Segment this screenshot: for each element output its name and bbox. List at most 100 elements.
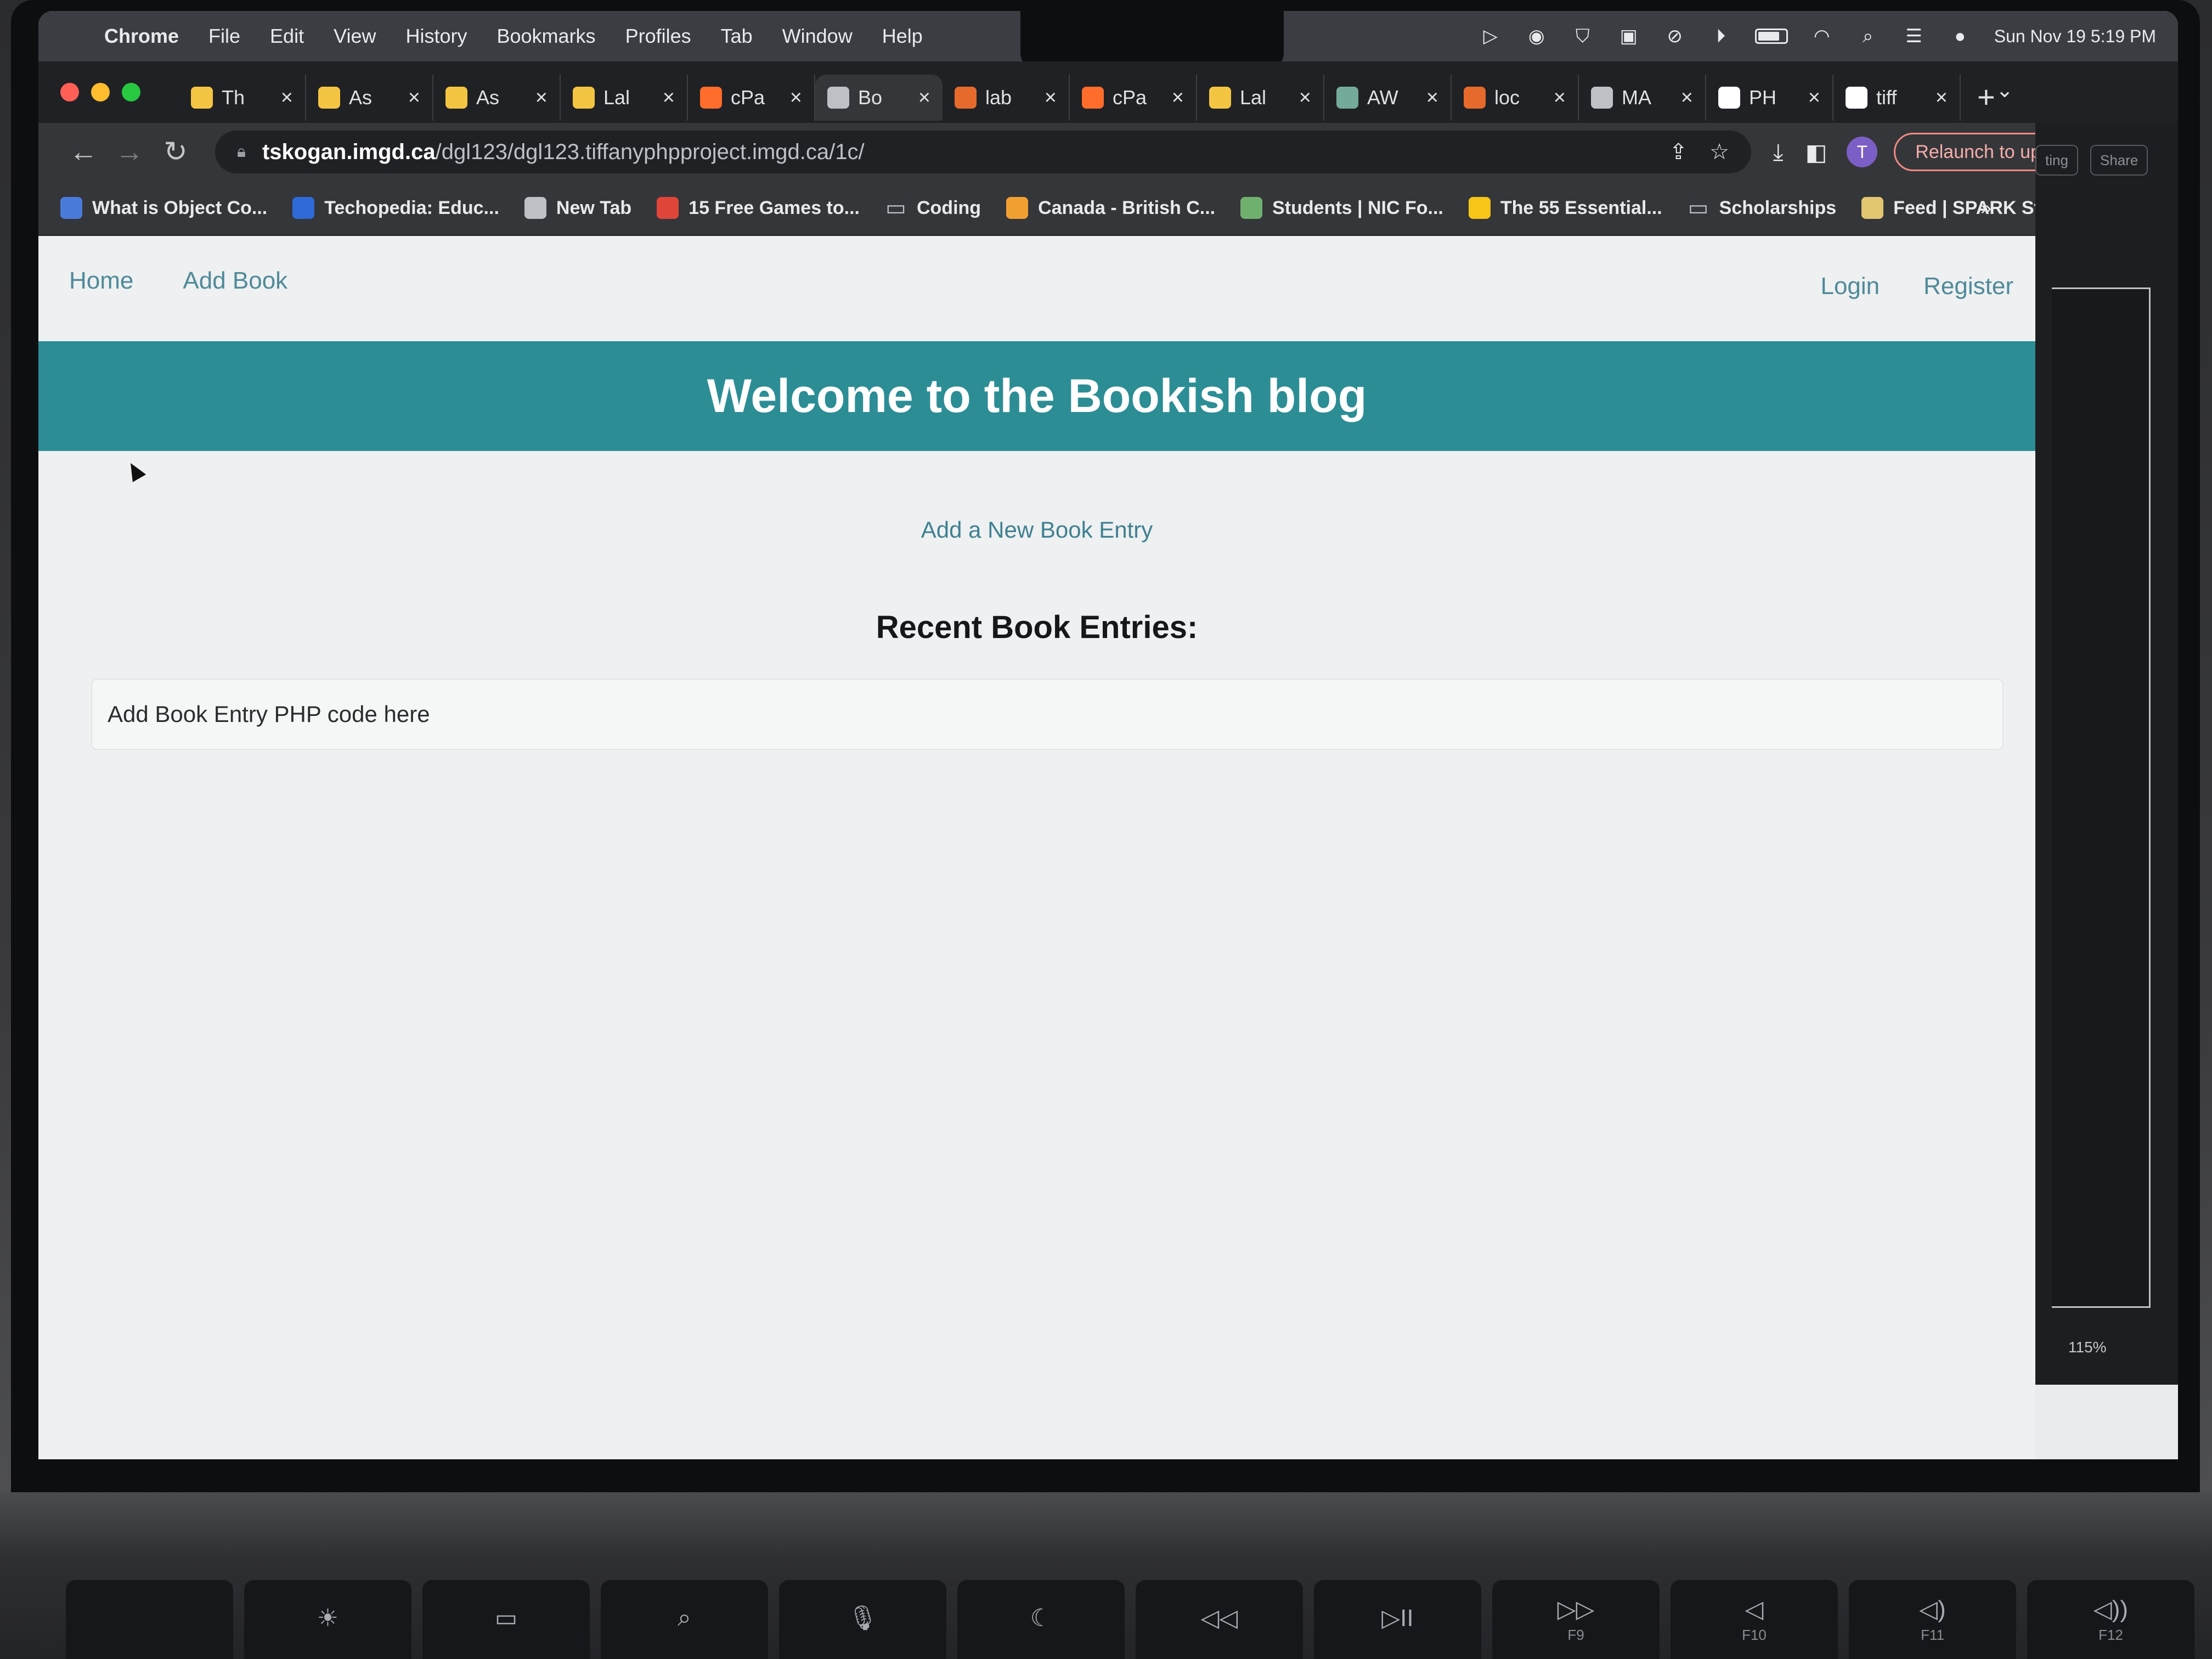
key-label: F10 <box>1742 1627 1767 1643</box>
close-tab-icon[interactable]: × <box>281 86 293 110</box>
function-key[interactable]: ◁)) F12 <box>2027 1580 2194 1659</box>
close-tab-icon[interactable]: × <box>1554 86 1566 110</box>
function-key[interactable]: ☀ <box>244 1580 411 1659</box>
menu-view[interactable]: View <box>334 25 376 48</box>
zoom-level: 115% <box>2068 1339 2107 1356</box>
browser-tab[interactable]: Lal × <box>1197 75 1324 121</box>
shield-icon[interactable]: ⛉ <box>1571 24 1595 48</box>
bookmark-item[interactable]: What is Object Co... <box>60 197 267 219</box>
control-center-icon[interactable]: ☰ <box>1902 24 1926 48</box>
menu-help[interactable]: Help <box>882 25 923 48</box>
function-key[interactable]: ▷II <box>1314 1580 1481 1659</box>
browser-tab[interactable]: PH × <box>1706 75 1833 121</box>
chart-icon <box>318 87 340 109</box>
forward-arrow-icon[interactable]: → <box>106 136 153 168</box>
function-key[interactable]: 🎙 <box>779 1580 946 1659</box>
function-key[interactable]: ◁ F10 <box>1671 1580 1838 1659</box>
close-tab-icon[interactable]: × <box>1936 86 1948 110</box>
bookmark-item[interactable]: ▭ Coding <box>885 196 981 220</box>
close-tab-icon[interactable]: × <box>1681 86 1693 110</box>
browser-tab[interactable]: As × <box>433 75 561 121</box>
nav-login-link[interactable]: Login <box>1820 273 1880 300</box>
nav-register-link[interactable]: Register <box>1923 273 2013 300</box>
wifi-icon[interactable]: ◠ <box>1810 24 1834 48</box>
menu-history[interactable]: History <box>405 25 467 48</box>
close-tab-icon[interactable]: × <box>918 86 930 110</box>
nav-add-book-link[interactable]: Add Book <box>183 267 287 295</box>
browser-tab[interactable]: Lal × <box>561 75 688 121</box>
browser-tab[interactable]: loc × <box>1452 75 1579 121</box>
minimize-window-button[interactable] <box>91 83 110 101</box>
browser-tab[interactable]: cPa × <box>1070 75 1197 121</box>
menu-bookmarks[interactable]: Bookmarks <box>497 25 596 48</box>
siri-icon[interactable]: ● <box>1948 24 1972 48</box>
browser-tab[interactable]: cPa × <box>688 75 815 121</box>
bookmark-label: What is Object Co... <box>92 197 268 218</box>
more-bookmarks-chevron-icon[interactable]: » <box>1980 196 1991 219</box>
bookmark-item[interactable]: Techopedia: Educ... <box>292 197 499 219</box>
menu-window[interactable]: Window <box>782 25 853 48</box>
battery-icon[interactable] <box>1754 29 1788 44</box>
side-panel-icon[interactable]: ◧ <box>1805 139 1827 166</box>
bookmark-item[interactable]: ▭ Scholarships <box>1688 196 1836 220</box>
profile-avatar[interactable]: T <box>1847 137 1878 167</box>
close-tab-icon[interactable]: × <box>1808 86 1820 110</box>
spotlight-search-icon[interactable]: ⌕ <box>1856 24 1880 48</box>
browser-tab[interactable]: AW × <box>1324 75 1452 121</box>
bookmark-item[interactable]: New Tab <box>524 197 631 219</box>
key-glyph-icon: ◁)) <box>2093 1596 2129 1623</box>
menu-tab[interactable]: Tab <box>721 25 753 48</box>
tab-search-chevron-icon[interactable]: ⌄ <box>1996 78 2013 103</box>
menu-edit[interactable]: Edit <box>270 25 304 48</box>
download-icon[interactable]: ⤓ <box>1773 139 1784 166</box>
close-window-button[interactable] <box>60 83 79 101</box>
media-play-icon[interactable]: ⏵ <box>1709 24 1733 48</box>
browser-tab[interactable]: Bo × <box>815 75 943 121</box>
browser-tab[interactable]: lab × <box>943 75 1070 121</box>
browser-tab[interactable]: tiff × <box>1833 75 1961 121</box>
add-new-book-entry-link[interactable]: Add a New Book Entry <box>921 517 1153 543</box>
close-tab-icon[interactable]: × <box>1172 86 1184 110</box>
menu-app-chrome[interactable]: Chrome <box>104 25 179 48</box>
bookmark-item[interactable]: Students | NIC Fo... <box>1240 197 1443 219</box>
close-tab-icon[interactable]: × <box>663 86 675 110</box>
bookmark-star-icon[interactable]: ☆ <box>1709 139 1729 165</box>
screen-record-icon[interactable]: ◉ <box>1525 24 1549 48</box>
close-tab-icon[interactable]: × <box>1299 86 1311 110</box>
function-key[interactable]: ▭ <box>422 1580 590 1659</box>
lock-icon[interactable]: 🔒︎ <box>237 143 246 161</box>
side-window-button-a[interactable]: ting <box>2035 145 2078 176</box>
circle-slash-icon[interactable]: ⊘ <box>1663 24 1687 48</box>
back-arrow-icon[interactable]: ← <box>60 136 106 168</box>
function-key[interactable]: ▷▷ F9 <box>1492 1580 1660 1659</box>
bookmark-item[interactable]: 15 Free Games to... <box>657 197 860 219</box>
menubar-datetime[interactable]: Sun Nov 19 5:19 PM <box>1994 26 2156 47</box>
menu-file[interactable]: File <box>208 25 240 48</box>
close-tab-icon[interactable]: × <box>1045 86 1057 110</box>
function-key[interactable]: ◁) F11 <box>1849 1580 2016 1659</box>
zoom-window-button[interactable] <box>122 83 140 101</box>
close-tab-icon[interactable]: × <box>1426 86 1438 110</box>
share-icon[interactable]: ⇪ <box>1669 139 1688 165</box>
function-key[interactable] <box>66 1580 233 1659</box>
bookmark-item[interactable]: Canada - British C... <box>1006 197 1215 219</box>
brightspace-icon <box>1464 87 1486 109</box>
play-icon[interactable]: ▷ <box>1479 24 1503 48</box>
browser-tab[interactable]: As × <box>306 75 433 121</box>
browser-tab[interactable]: MA × <box>1579 75 1706 121</box>
nav-home-link[interactable]: Home <box>69 267 133 295</box>
display-icon[interactable]: ▣ <box>1617 24 1641 48</box>
function-key[interactable]: ☾ <box>957 1580 1125 1659</box>
function-key[interactable]: ◁◁ <box>1136 1580 1303 1659</box>
browser-tab[interactable]: Th × <box>179 75 306 121</box>
close-tab-icon[interactable]: × <box>408 86 420 110</box>
menu-profiles[interactable]: Profiles <box>625 25 691 48</box>
side-window-share-button[interactable]: Share <box>2090 145 2148 176</box>
reload-icon[interactable]: ↻ <box>153 136 199 168</box>
function-key[interactable]: ⌕ <box>601 1580 768 1659</box>
new-tab-icon[interactable]: + <box>1977 79 1995 115</box>
bookmark-item[interactable]: The 55 Essential... <box>1468 197 1662 219</box>
address-bar[interactable]: 🔒︎ tskogan.imgd.ca/dgl123/dgl123.tiffany… <box>215 131 1751 173</box>
close-tab-icon[interactable]: × <box>790 86 802 110</box>
close-tab-icon[interactable]: × <box>535 86 548 110</box>
